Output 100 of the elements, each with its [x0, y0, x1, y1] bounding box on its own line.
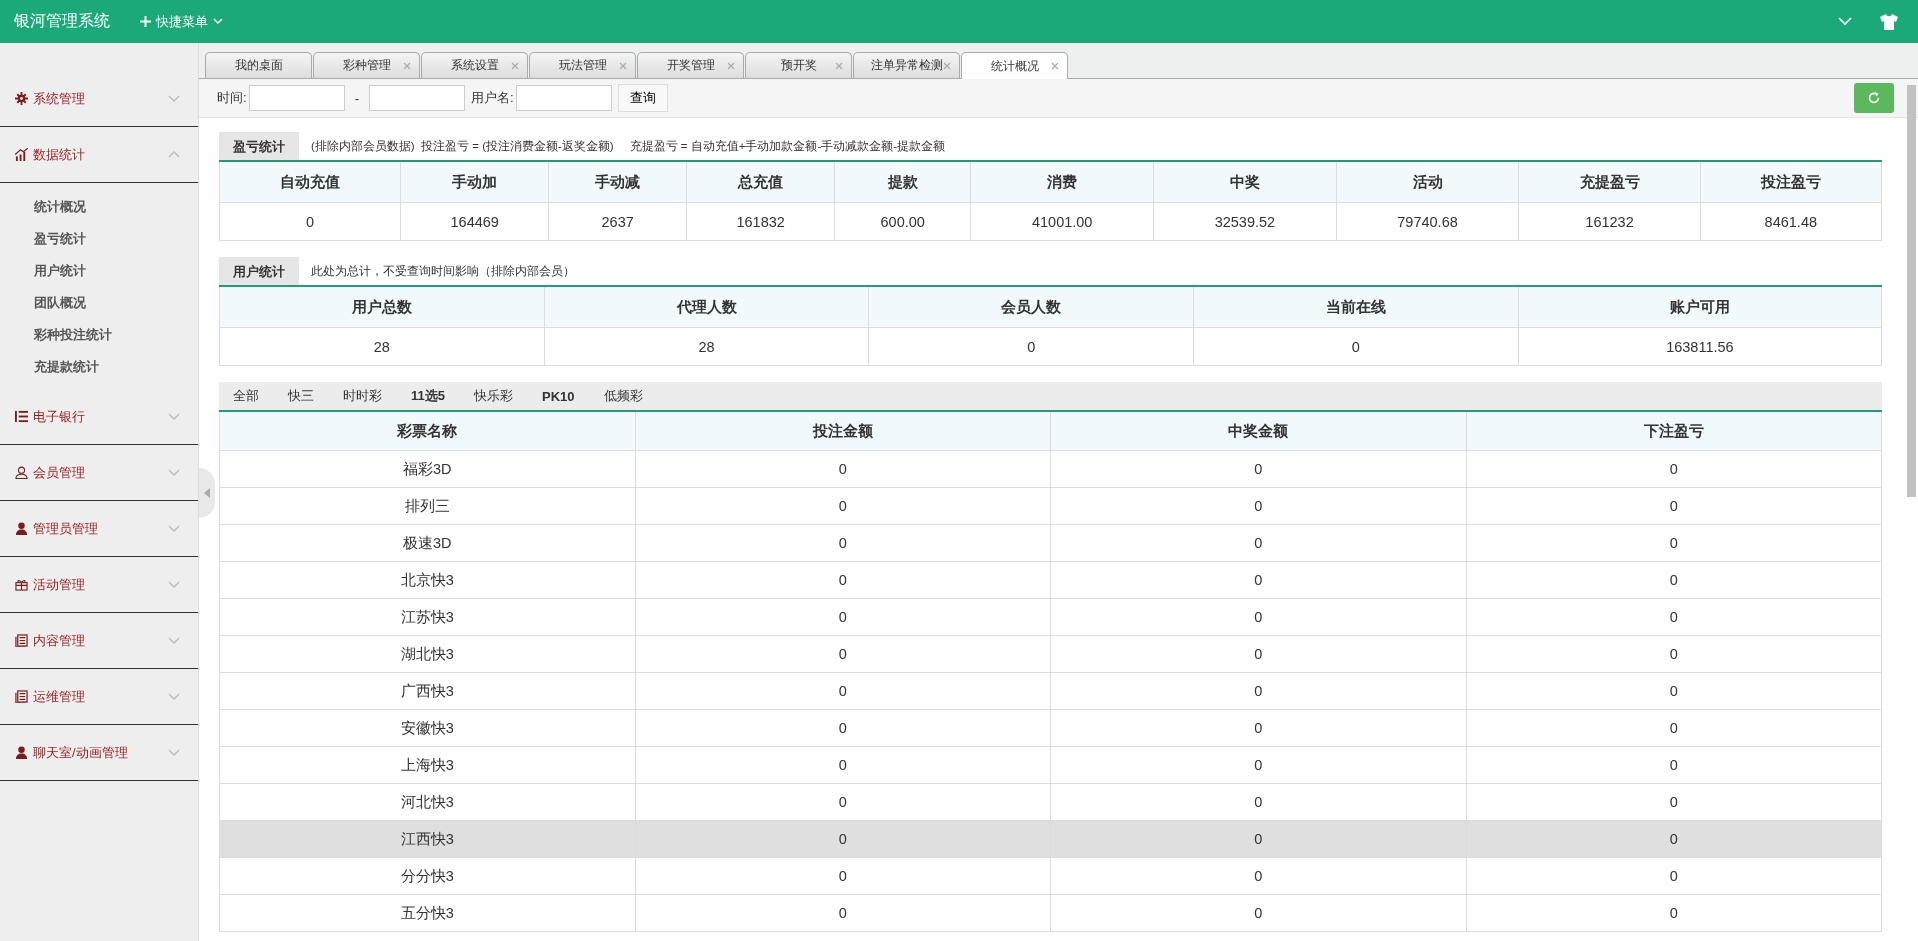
range-separator: - — [354, 90, 359, 106]
table-cell: 8461.48 — [1700, 202, 1882, 241]
table-cell: 41001.00 — [970, 202, 1154, 241]
search-button[interactable]: 查询 — [617, 84, 668, 112]
table-cell: 广西快3 — [219, 672, 635, 710]
column-header: 会员人数 — [868, 287, 1194, 328]
tab[interactable]: 我的桌面 — [205, 52, 312, 78]
table-cell: 0 — [1466, 524, 1882, 562]
section-note: (排除内部会员数据) 投注盈亏 = (投注消费金额-返奖金额) 充提盈亏 = 自动充值+手动加款金额-手动减款金额-提款金额 — [311, 138, 946, 154]
app-title: 银河管理系统 — [14, 11, 110, 31]
sidebar-item[interactable]: 彩种投注统计 — [34, 319, 198, 351]
sidebar-group[interactable]: 运维管理 — [0, 669, 198, 725]
column-header: 手动减 — [548, 162, 687, 203]
table-cell: 福彩3D — [219, 450, 635, 488]
sidebar-item[interactable]: 团队概况 — [34, 287, 198, 319]
sidebar-group[interactable]: 聊天室/动画管理 — [0, 725, 198, 781]
table-cell: 28 — [219, 327, 545, 366]
table-cell: 上海快3 — [219, 746, 635, 784]
username-label: 用户名: — [470, 89, 514, 107]
sidebar-group[interactable]: 管理员管理 — [0, 501, 198, 557]
column-header: 提款 — [834, 162, 971, 203]
table-cell: 0 — [1466, 487, 1882, 525]
section-note: 此处为总计，不受查询时间影响（排除内部会员） — [311, 263, 575, 279]
tab[interactable]: 开奖管理 — [637, 52, 744, 78]
table-cell: 0 — [1050, 635, 1466, 673]
table-cell: 0 — [1050, 672, 1466, 710]
table-cell: 0 — [635, 635, 1051, 673]
table-cell: 161232 — [1518, 202, 1701, 241]
column-header: 中奖金额 — [1050, 412, 1466, 451]
table-cell: 河北快3 — [219, 783, 635, 821]
table-cell: 0 — [219, 202, 401, 241]
sidebar-item[interactable]: 盈亏统计 — [34, 223, 198, 255]
table-cell: 0 — [1050, 524, 1466, 562]
table-cell: 0 — [1466, 635, 1882, 673]
table-cell: 江苏快3 — [219, 598, 635, 636]
table-cell: 0 — [1466, 598, 1882, 636]
category-tab[interactable]: 快乐彩 — [474, 387, 513, 405]
category-tab[interactable]: PK10 — [542, 388, 575, 404]
table-cell: 0 — [1050, 820, 1466, 858]
table-cell: 0 — [1466, 450, 1882, 488]
sidebar-group[interactable]: 内容管理 — [0, 613, 198, 669]
column-header: 代理人数 — [544, 287, 869, 328]
table-cell: 0 — [1050, 709, 1466, 747]
table-cell: 0 — [635, 894, 1051, 932]
table-cell: 163811.56 — [1518, 327, 1882, 366]
table-cell: 164469 — [400, 202, 549, 241]
table-cell: 0 — [635, 857, 1051, 895]
table-cell: 32539.52 — [1153, 202, 1337, 241]
table-cell: 江西快3 — [219, 820, 635, 858]
table-cell: 0 — [1466, 672, 1882, 710]
table-cell: 五分快3 — [219, 894, 635, 932]
sidebar-item[interactable]: 充提款统计 — [34, 351, 198, 383]
column-header: 投注盈亏 — [1700, 162, 1882, 203]
column-header: 用户总数 — [219, 287, 545, 328]
category-tab[interactable]: 时时彩 — [343, 387, 382, 405]
table-cell: 0 — [1466, 746, 1882, 784]
table-cell: 极速3D — [219, 524, 635, 562]
column-header: 手动加 — [400, 162, 549, 203]
table-cell: 0 — [635, 709, 1051, 747]
table-cell: 0 — [635, 746, 1051, 784]
tab[interactable]: 玩法管理 — [529, 52, 636, 78]
sidebar-group[interactable]: 数据统计 — [0, 127, 198, 183]
tab[interactable]: 彩种管理 — [313, 52, 420, 78]
sidebar-group[interactable]: 会员管理 — [0, 445, 198, 501]
sidebar-group[interactable]: 电子银行 — [0, 389, 198, 445]
table-cell: 0 — [1050, 598, 1466, 636]
sidebar-group[interactable]: 活动管理 — [0, 557, 198, 613]
table-cell: 北京快3 — [219, 561, 635, 599]
table-cell: 0 — [1050, 857, 1466, 895]
table-cell: 2637 — [548, 202, 687, 241]
table-cell: 0 — [635, 598, 1051, 636]
table-cell: 28 — [544, 327, 869, 366]
sidebar-item[interactable]: 统计概况 — [34, 191, 198, 223]
tab[interactable]: 注单异常检测 — [853, 52, 960, 78]
table-cell: 0 — [1466, 820, 1882, 858]
table-cell: 0 — [635, 672, 1051, 710]
column-header: 活动 — [1336, 162, 1519, 203]
column-header: 当前在线 — [1193, 287, 1519, 328]
table-cell: 0 — [1466, 783, 1882, 821]
category-tab[interactable]: 快三 — [288, 387, 314, 405]
sidebar-group[interactable]: 系统管理 — [0, 71, 198, 127]
tab[interactable]: 统计概况 — [961, 52, 1068, 79]
table-cell: 湖北快3 — [219, 635, 635, 673]
column-header: 下注盈亏 — [1466, 412, 1882, 451]
column-header: 总充值 — [686, 162, 835, 203]
table-cell: 161832 — [686, 202, 835, 241]
table-cell: 安徽快3 — [219, 709, 635, 747]
tab[interactable]: 预开奖 — [745, 52, 852, 78]
tab[interactable]: 系统设置 — [421, 52, 528, 78]
table-cell: 0 — [1466, 709, 1882, 747]
table-cell: 0 — [635, 450, 1051, 488]
table-cell: 0 — [1050, 487, 1466, 525]
time-label: 时间: — [217, 89, 247, 107]
category-tab[interactable]: 低频彩 — [603, 387, 643, 405]
category-tab[interactable]: 全部 — [233, 387, 259, 405]
category-tab[interactable]: 11选5 — [411, 387, 445, 405]
table-cell: 0 — [1050, 894, 1466, 932]
table-cell: 0 — [1050, 561, 1466, 599]
table-cell: 排列三 — [219, 487, 635, 525]
sidebar-item[interactable]: 用户统计 — [34, 255, 198, 287]
